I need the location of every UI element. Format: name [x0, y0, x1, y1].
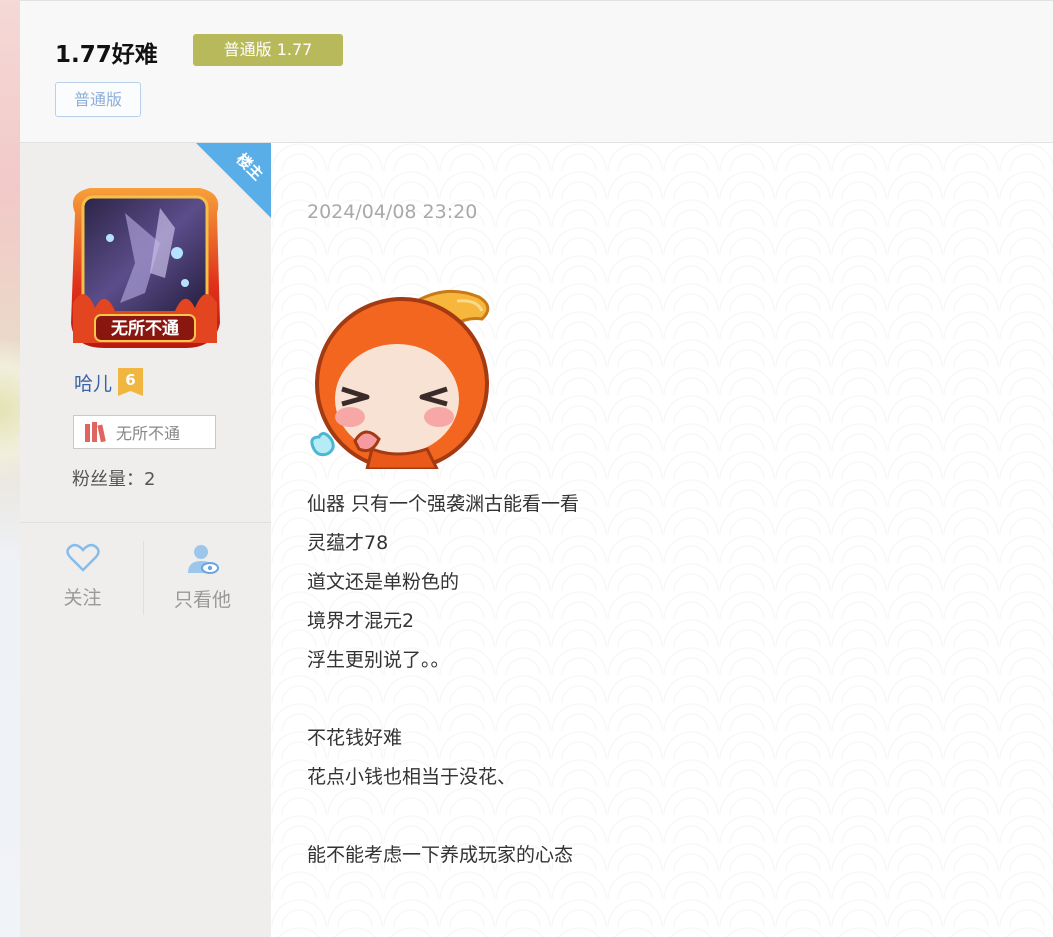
action-divider: [143, 541, 144, 615]
post-line: 灵蕴才78: [307, 532, 389, 554]
post-line: 花点小钱也相当于没花、: [307, 766, 517, 788]
avatar-caption: 无所不通: [110, 319, 179, 339]
fans-label: 粉丝量：: [72, 469, 144, 490]
author-title-text: 无所不通: [116, 424, 181, 443]
post-line: 境界才混元2: [307, 610, 415, 632]
post-line: 浮生更别说了。。: [307, 649, 450, 671]
post-line: 不花钱好难: [307, 727, 403, 749]
user-eye-icon: [187, 545, 219, 574]
category-tag[interactable]: 普通版: [55, 82, 141, 117]
fans-value: 2: [144, 469, 156, 490]
follow-label: 关注: [63, 587, 102, 609]
post-content: 2024/04/08 23:20 仙器 只有一个强袭渊古能看一看 灵蕴才78 道…: [271, 143, 1053, 937]
post-timestamp: 2024/04/08 23:20: [307, 201, 478, 223]
post-line: 能不能考虑一下养成玩家的心态: [307, 844, 574, 866]
author-sidebar: 楼主 无所不通 哈儿 6 无所不通 粉丝量：2 关注 只看他: [20, 143, 271, 937]
avatar[interactable]: 无所不通: [65, 183, 225, 353]
author-title-badge: 无所不通: [73, 415, 216, 449]
page-background: [0, 0, 20, 937]
only-him-label: 只看他: [173, 589, 231, 611]
version-badge: 普通版 1.77: [193, 34, 343, 66]
books-icon: [85, 422, 106, 443]
thread-title: 1.77好难: [55, 42, 158, 68]
follow-button[interactable]: 关注: [25, 543, 140, 623]
post-page: 1.77好难 普通版 1.77 普通版 楼主 无所不通 哈儿 6 无所不通 粉丝…: [20, 0, 1053, 937]
author-name-row: 哈儿 6: [74, 368, 144, 396]
sticker-emoji: [310, 289, 490, 469]
post-line: [307, 680, 579, 719]
sidebar-divider: [20, 522, 271, 523]
thread-header: 1.77好难 普通版 1.77 普通版: [20, 0, 1053, 143]
only-him-button[interactable]: 只看他: [145, 543, 260, 623]
fans-count: 粉丝量：2: [72, 465, 155, 491]
heart-icon: [65, 543, 100, 572]
author-name[interactable]: 哈儿: [74, 369, 112, 396]
post-body: 仙器 只有一个强袭渊古能看一看 灵蕴才78 道文还是单粉色的 境界才混元2 浮生…: [307, 485, 579, 875]
post-line: 仙器 只有一个强袭渊古能看一看: [307, 493, 580, 515]
level-badge: 6: [118, 368, 144, 396]
post-line: 道文还是单粉色的: [307, 571, 460, 593]
post-line: [307, 797, 579, 836]
